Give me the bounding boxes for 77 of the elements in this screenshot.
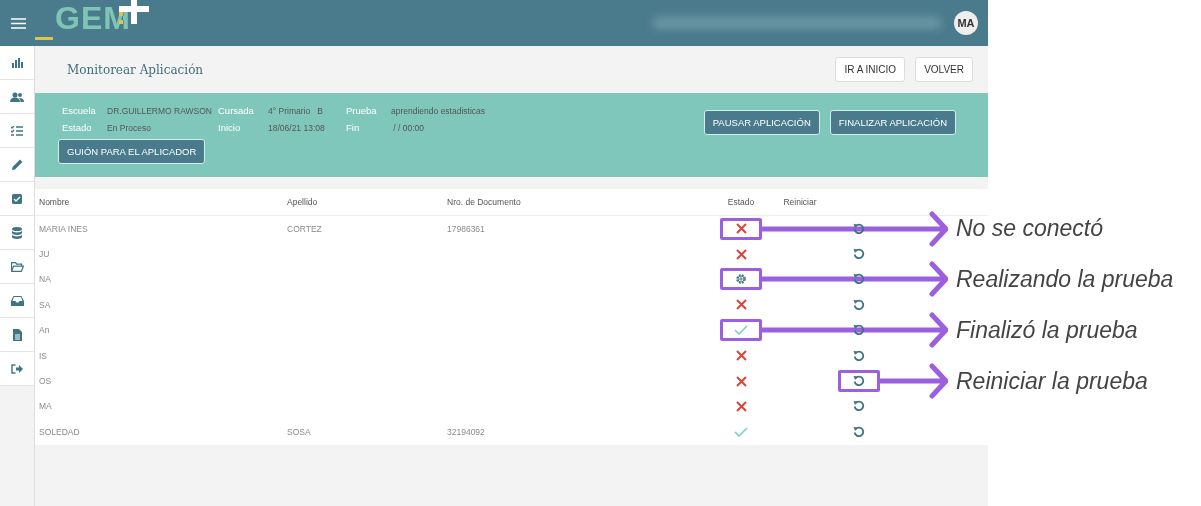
document-icon bbox=[12, 328, 22, 341]
field-value: En Proceso bbox=[107, 123, 152, 133]
field-value: 18/06/21 13:08 bbox=[268, 123, 326, 133]
restart-icon[interactable] bbox=[853, 400, 865, 413]
field-label: Inicio bbox=[218, 122, 242, 133]
logo-underline bbox=[35, 37, 53, 40]
sidebar-item[interactable] bbox=[0, 80, 34, 114]
annotation-label: No se conectó bbox=[956, 215, 1104, 243]
annotation-label: Realizando la prueba bbox=[956, 265, 1174, 293]
sidebar-item[interactable] bbox=[0, 46, 34, 80]
table-cell-text: MA bbox=[39, 401, 53, 412]
logout-icon bbox=[11, 363, 23, 374]
highlight-frame bbox=[838, 370, 880, 393]
restart-icon[interactable] bbox=[853, 222, 865, 235]
field-label: Prueba bbox=[346, 105, 378, 116]
chart-icon bbox=[10, 57, 24, 68]
pencil-icon bbox=[11, 159, 23, 170]
table-cell: 32194092 bbox=[447, 426, 485, 437]
column-header: Reiniciar bbox=[782, 197, 818, 207]
folder-icon bbox=[10, 261, 24, 272]
sidebar-item[interactable] bbox=[0, 318, 34, 352]
column-header: Nro. de Documento bbox=[447, 197, 522, 207]
nav-button[interactable]: VOLVER bbox=[915, 57, 973, 82]
action-button[interactable]: PAUSAR APLICACIÓN bbox=[703, 110, 820, 135]
restart-icon[interactable] bbox=[853, 425, 865, 438]
restart-icon[interactable] bbox=[853, 273, 865, 286]
table-cell-text: SA bbox=[39, 299, 52, 310]
restart-icon[interactable] bbox=[853, 298, 865, 311]
highlight-frame bbox=[720, 217, 762, 240]
restart-icon[interactable] bbox=[853, 324, 865, 337]
checklist-icon bbox=[11, 125, 23, 136]
sidebar-item[interactable] bbox=[0, 148, 34, 182]
user-avatar[interactable]: MA bbox=[954, 11, 978, 35]
table-cell-text: An bbox=[39, 325, 51, 336]
field-value: aprendiendo estadisticas bbox=[391, 106, 486, 116]
table-cell-text: OS bbox=[39, 376, 53, 387]
column-header: Estado bbox=[726, 197, 756, 207]
column-header: Nombre bbox=[39, 197, 71, 207]
sidebar-item[interactable] bbox=[0, 352, 34, 386]
database-icon bbox=[12, 226, 22, 239]
field-label: Cursada bbox=[218, 105, 255, 116]
column-header: Apellido bbox=[287, 197, 319, 207]
highlight-frame bbox=[720, 319, 762, 342]
table-cell-text: MARIA INES bbox=[39, 223, 89, 234]
table-cell: CORTEZ bbox=[287, 223, 322, 234]
table-cell: 17986361 bbox=[447, 223, 485, 234]
highlight-frame bbox=[720, 268, 762, 291]
sidebar-item[interactable] bbox=[0, 182, 34, 216]
action-button[interactable]: FINALIZAR APLICACIÓN bbox=[829, 110, 956, 135]
annotation-label: Finalizó la prueba bbox=[956, 316, 1138, 344]
annotation-label: Reiniciar la prueba bbox=[956, 367, 1148, 395]
field-label: Escuela bbox=[62, 105, 97, 116]
field-label: Fin bbox=[346, 122, 361, 133]
table-cell-text: IS bbox=[39, 350, 49, 361]
field-value: 4° Primario B bbox=[268, 106, 324, 116]
checkbox-icon bbox=[12, 193, 22, 204]
nav-button[interactable]: IR A INICIO bbox=[835, 57, 906, 82]
page-title: Monitorear Aplicación bbox=[67, 62, 204, 77]
field-value: DR.GUILLERMO RAWSON bbox=[107, 106, 213, 116]
table-cell: SOSA bbox=[287, 426, 311, 437]
table-cell-text: NA bbox=[39, 274, 52, 285]
menu-icon[interactable] bbox=[11, 17, 26, 29]
users-icon bbox=[10, 91, 24, 102]
field-value: / / 00:00 bbox=[392, 123, 426, 133]
sidebar-item[interactable] bbox=[0, 250, 34, 284]
restart-icon[interactable] bbox=[853, 349, 865, 362]
restart-icon[interactable] bbox=[853, 375, 865, 388]
table-cell-text: SOLEDAD bbox=[39, 426, 81, 437]
sidebar-item[interactable] bbox=[0, 114, 34, 148]
sidebar-item[interactable] bbox=[0, 216, 34, 250]
table-cell-text: JU bbox=[39, 249, 51, 260]
sidebar-item[interactable] bbox=[0, 284, 34, 318]
arrow bbox=[880, 363, 948, 400]
inbox-icon bbox=[10, 295, 24, 306]
restart-icon[interactable] bbox=[853, 248, 865, 261]
script-button[interactable]: GUIÓN PARA EL APLICADOR bbox=[58, 139, 206, 164]
field-label: Estado bbox=[62, 122, 93, 133]
